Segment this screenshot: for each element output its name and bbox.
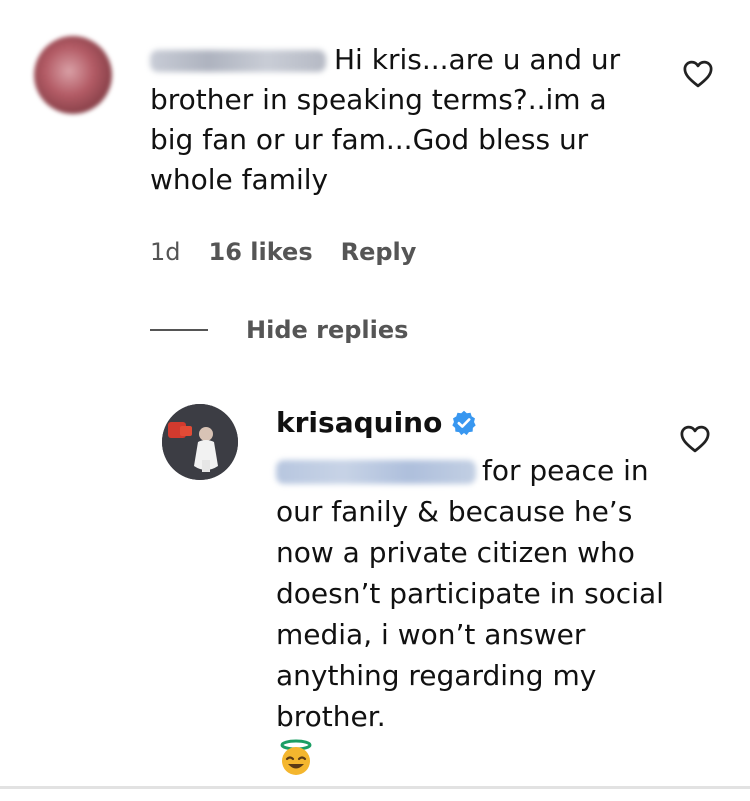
comment-time: 1d <box>150 238 181 266</box>
comment-body: Hi kris...are u and ur brother in speaki… <box>150 40 640 200</box>
halo-smile-emoji-icon <box>280 739 312 775</box>
reply-button[interactable]: Reply <box>341 238 417 266</box>
hide-replies-label: Hide replies <box>246 316 409 344</box>
reply-mention-blurred[interactable] <box>276 460 476 484</box>
bottom-divider <box>0 786 750 789</box>
reply-header: krisaquino <box>276 406 478 439</box>
heart-icon[interactable] <box>680 425 710 453</box>
comment-likes[interactable]: 16 likes <box>209 238 313 266</box>
avatar-photo <box>162 404 238 480</box>
commenter-avatar[interactable] <box>34 36 112 114</box>
commenter-username-blurred[interactable] <box>150 50 326 72</box>
reply-body: for peace in our fanily & because he’s n… <box>276 450 666 777</box>
reply-text: for peace in our fanily & because he’s n… <box>276 454 664 733</box>
reply-username[interactable]: krisaquino <box>276 406 442 439</box>
divider-line <box>150 329 208 331</box>
heart-icon[interactable] <box>683 60 713 88</box>
hide-replies-button[interactable]: Hide replies <box>150 316 408 344</box>
verified-badge-icon <box>452 410 477 435</box>
reply-avatar[interactable] <box>162 404 238 480</box>
comment-meta: 1d 16 likes Reply <box>150 238 416 266</box>
